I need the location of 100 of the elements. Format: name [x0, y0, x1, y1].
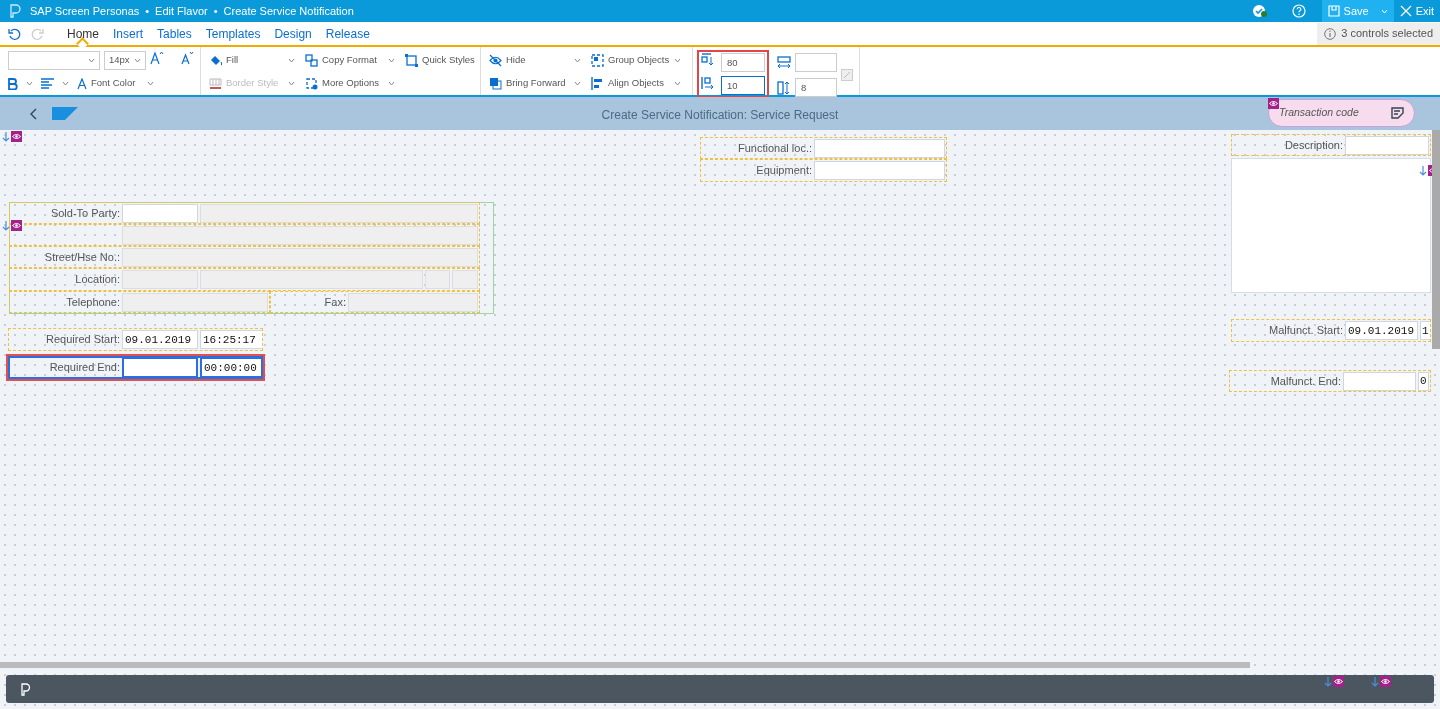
- redo-icon[interactable]: [30, 26, 44, 41]
- align-objects-icon: [591, 77, 604, 90]
- input-field[interactable]: [122, 358, 198, 377]
- visibility-icon: [11, 220, 22, 231]
- paint-bucket-icon: [209, 54, 222, 67]
- field-label: Telephone:: [65, 294, 121, 310]
- tool-button[interactable]: Quick Styles: [405, 51, 477, 70]
- input-field[interactable]: 16:25:17: [200, 330, 262, 349]
- caret-icon: [574, 81, 581, 86]
- width-icon: [777, 55, 791, 70]
- decrease-font-icon[interactable]: [180, 51, 194, 65]
- control-outline[interactable]: Equipment:: [700, 159, 947, 182]
- input-field[interactable]: 00:00:00: [200, 358, 261, 377]
- frame-gear-icon: [305, 77, 318, 90]
- help-icon[interactable]: [1291, 4, 1306, 18]
- logo-icon: [52, 107, 78, 120]
- visibility-icon: [1333, 676, 1344, 687]
- tab[interactable]: Design: [267, 22, 319, 45]
- down-arrow-icon: [1323, 676, 1333, 687]
- field-label: Location:: [74, 272, 121, 288]
- undo-icon[interactable]: [8, 26, 22, 41]
- tool-button[interactable]: Bring Forward: [489, 74, 581, 93]
- enter-icon: [1391, 107, 1404, 119]
- tab[interactable]: Release: [318, 22, 377, 45]
- control-outline[interactable]: Required Start: 09.01.2019 16:25:17: [8, 328, 263, 351]
- left-field[interactable]: 10: [721, 76, 765, 95]
- increase-font-icon[interactable]: [150, 51, 164, 65]
- back-icon[interactable]: [29, 107, 39, 120]
- down-arrow-icon: [1418, 165, 1428, 176]
- separator: •: [213, 3, 218, 19]
- caret-icon: [288, 81, 295, 86]
- tab[interactable]: Tables: [150, 22, 199, 45]
- visibility-icon: [1268, 98, 1279, 109]
- field-label: Required End:: [48, 360, 121, 376]
- width-field[interactable]: [795, 53, 837, 72]
- control-outline[interactable]: Functional loc.:: [700, 137, 947, 159]
- status-text: 3 controls selected: [1341, 26, 1433, 42]
- caret-icon: [26, 81, 33, 86]
- group-objects-icon: [591, 54, 604, 67]
- eye-slash-icon: [489, 54, 502, 67]
- height-icon: [777, 80, 791, 95]
- field-label: Equipment:: [755, 163, 813, 179]
- field-label: Functional loc.:: [737, 140, 813, 156]
- caret-icon: [1380, 8, 1388, 14]
- input-field[interactable]: 09.01.2019: [122, 330, 198, 349]
- input-field[interactable]: 1: [1420, 321, 1430, 340]
- caret-icon: [288, 58, 295, 63]
- bold-icon[interactable]: [8, 77, 18, 90]
- caret-icon: [674, 81, 681, 86]
- input-field[interactable]: 09.01.2019: [1345, 321, 1418, 340]
- tool-button[interactable]: Group Objects: [591, 51, 681, 70]
- align-top-icon: [701, 53, 715, 67]
- control-outline[interactable]: Description:: [1231, 134, 1431, 156]
- align-left-icon[interactable]: [41, 78, 54, 89]
- scrollbar[interactable]: [0, 662, 1250, 668]
- caret-icon: [147, 81, 155, 86]
- separator: •: [145, 3, 150, 19]
- tab[interactable]: Insert: [106, 22, 151, 45]
- field-label: Street/Hse No.:: [43, 249, 121, 265]
- font-family-select[interactable]: [8, 51, 100, 70]
- border-style-icon: [209, 77, 222, 90]
- font-color-button[interactable]: Font Color: [77, 74, 155, 93]
- height-field[interactable]: 8: [795, 78, 837, 97]
- lock-ratio-icon: [841, 69, 853, 81]
- visibility-icon: [11, 131, 22, 142]
- visibility-icon: [1380, 676, 1391, 687]
- field-label: Fax:: [323, 294, 347, 310]
- control-outline[interactable]: Required End: 00:00:00: [8, 356, 263, 379]
- tool-button[interactable]: More Options: [305, 74, 395, 93]
- tool-button[interactable]: Fill: [209, 51, 295, 70]
- transaction-code-field[interactable]: Transaction code: [1268, 99, 1415, 127]
- screen-title: Create Service Notification: Service Request: [600, 107, 840, 124]
- caret-icon: [574, 58, 581, 63]
- top-field[interactable]: 80: [721, 53, 765, 72]
- tool-button[interactable]: Hide: [489, 51, 581, 70]
- tool-button[interactable]: Align Objects: [591, 74, 681, 93]
- input-field[interactable]: 0: [1418, 371, 1429, 391]
- control-outline[interactable]: Malfunct. End: 0: [1229, 370, 1431, 392]
- caret-icon: [134, 58, 141, 63]
- down-arrow-icon: [1, 131, 11, 142]
- field-label: Required Start:: [45, 332, 121, 348]
- tab[interactable]: Templates: [198, 22, 268, 45]
- frame-icon: [405, 54, 418, 67]
- caret-icon: [88, 58, 95, 63]
- app-title: SAP Screen Personas: [30, 3, 140, 19]
- close-icon: [1399, 5, 1412, 17]
- save-icon: [1327, 5, 1340, 17]
- down-arrow-icon: [1370, 676, 1380, 687]
- tool-button[interactable]: Copy Format: [305, 51, 395, 70]
- down-arrow-icon: [1, 220, 11, 231]
- font-size-select[interactable]: 14px: [104, 51, 146, 70]
- field-label: Malfunct. Start:: [1268, 323, 1344, 339]
- breadcrumb-text: Edit Flavor: [155, 3, 208, 19]
- field-label: Description:: [1283, 137, 1344, 153]
- check-badge-icon[interactable]: [1251, 4, 1268, 18]
- scrollbar[interactable]: [1432, 130, 1440, 349]
- text-area[interactable]: [1231, 158, 1431, 293]
- field-label: Sold-To Party:: [49, 205, 121, 221]
- control-outline[interactable]: Malfunct. Start: 09.01.2019 1: [1231, 319, 1431, 342]
- caret-icon: [62, 81, 69, 86]
